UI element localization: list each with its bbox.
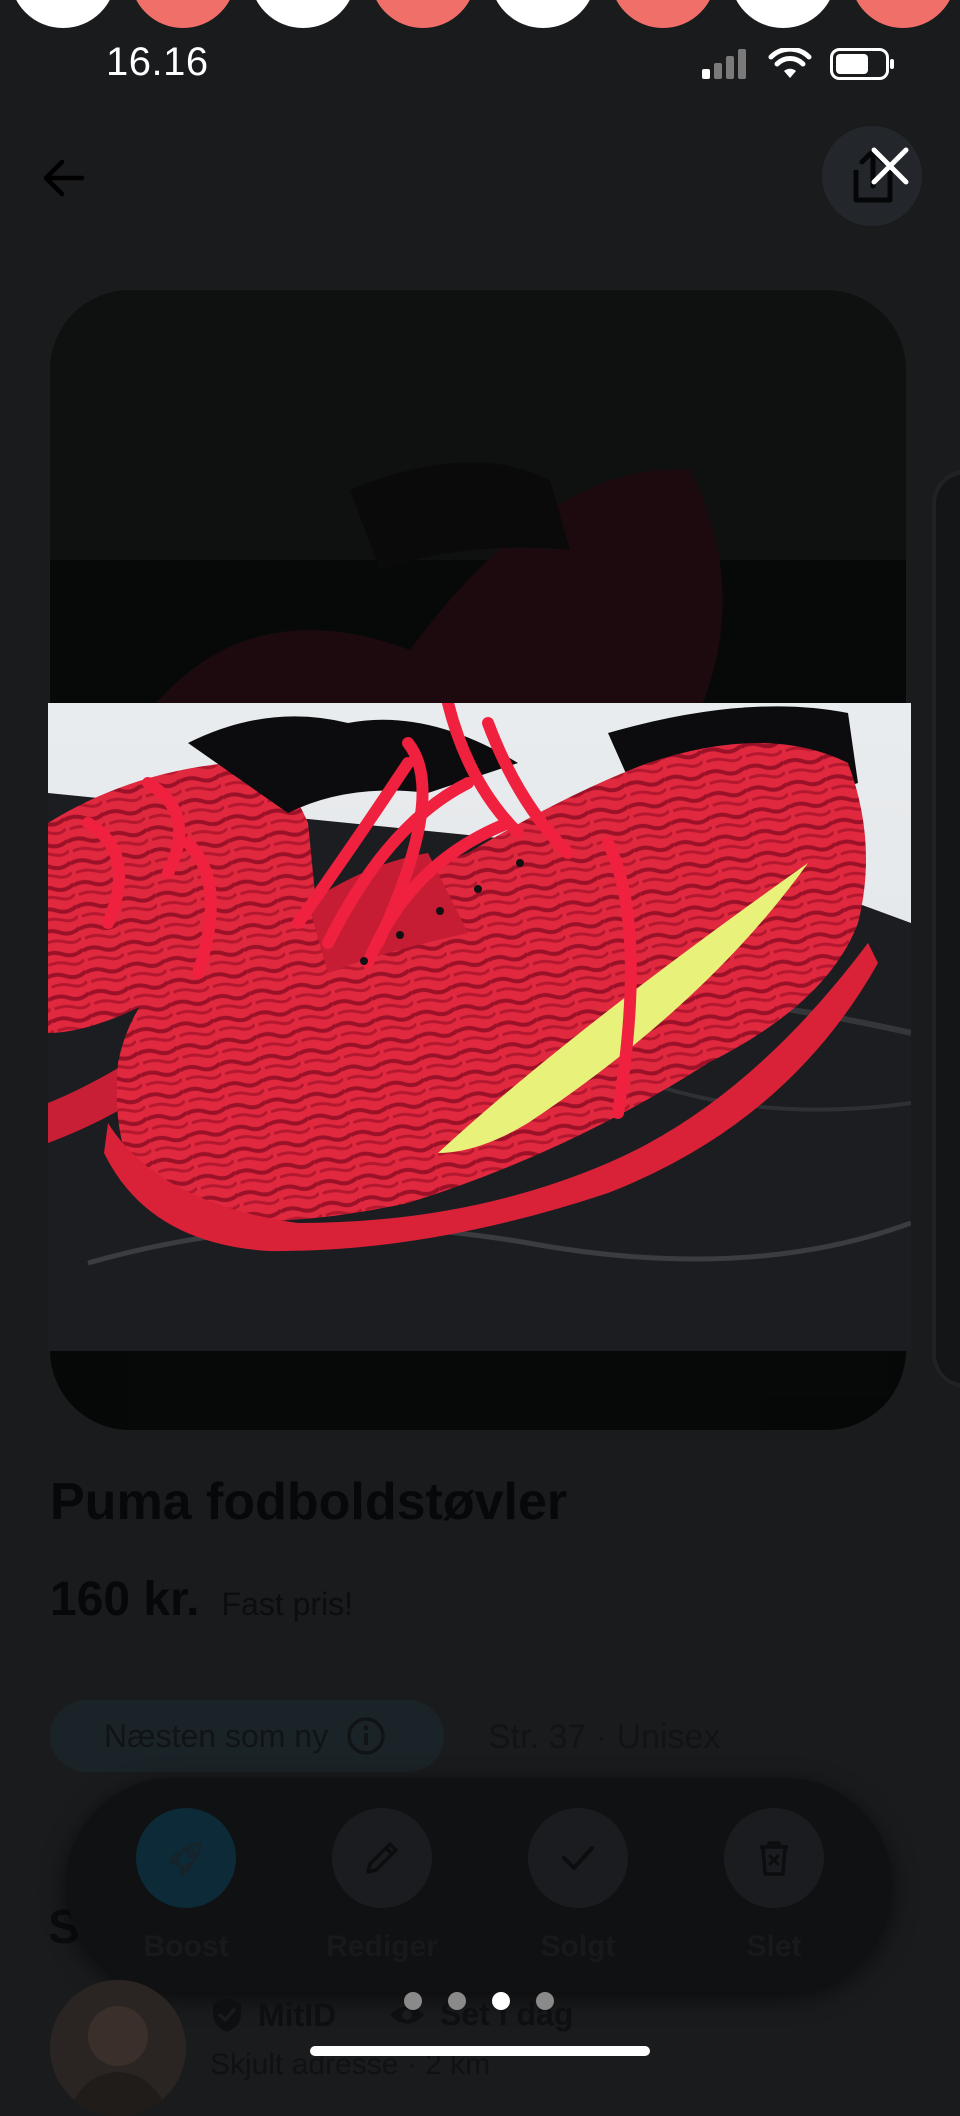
avatar[interactable] (50, 1980, 186, 2116)
listing-title: Puma fodboldstøvler (50, 1473, 568, 1531)
trash-icon (760, 1841, 788, 1876)
close-icon (871, 147, 909, 185)
price-row: 160 kr. Fast pris! (50, 1572, 353, 1627)
sold-button[interactable]: Solgt (498, 1808, 658, 1964)
story-avatar[interactable] (130, 0, 236, 28)
story-avatar[interactable] (490, 0, 596, 28)
boost-button[interactable]: Boost (106, 1808, 266, 1964)
story-avatars-strip (0, 0, 960, 32)
battery-icon (830, 48, 894, 80)
status-time: 16.16 (106, 40, 209, 84)
price-note: Fast pris! (221, 1586, 354, 1622)
check-icon (562, 1846, 594, 1870)
edit-button[interactable]: Rediger (302, 1808, 462, 1964)
story-avatar[interactable] (10, 0, 116, 28)
page-dot[interactable] (448, 1992, 466, 2010)
delete-button[interactable]: Slet (694, 1808, 854, 1964)
story-avatar[interactable] (850, 0, 956, 28)
status-icons (702, 44, 896, 84)
page-dot-active[interactable] (492, 1992, 510, 2010)
edit-label: Rediger (326, 1930, 438, 1963)
listing-price: 160 kr. (50, 1573, 200, 1626)
seller-photo (50, 1980, 186, 2116)
boost-label: Boost (143, 1930, 229, 1963)
photo-page-indicator (404, 1992, 554, 2010)
arrow-left-icon (43, 159, 85, 197)
page-dot[interactable] (536, 1992, 554, 2010)
shield-check-icon (213, 1998, 241, 2032)
delete-label: Slet (746, 1930, 802, 1963)
page-dot[interactable] (404, 1992, 422, 2010)
condition-label: Næsten som ny (104, 1717, 329, 1754)
home-indicator[interactable] (310, 2046, 650, 2056)
football-boots-image (48, 703, 911, 1351)
back-button[interactable] (38, 152, 90, 204)
mitid-badge: MitID (210, 1996, 336, 2034)
wifi-icon (768, 48, 812, 78)
story-avatar[interactable] (610, 0, 716, 28)
listing-actions-bar: Boost Rediger Solgt Slet (66, 1778, 892, 1992)
story-avatar[interactable] (370, 0, 476, 28)
next-image-card[interactable] (932, 470, 960, 1388)
sold-label: Solgt (540, 1930, 616, 1963)
mitid-label: MitID (258, 1996, 337, 2033)
story-avatar[interactable] (730, 0, 836, 28)
info-icon (347, 1717, 385, 1755)
close-photo-button[interactable] (862, 138, 918, 194)
pencil-icon (366, 1842, 398, 1874)
condition-badge[interactable]: Næsten som ny (50, 1700, 444, 1772)
rocket-icon (168, 1842, 202, 1876)
cellular-signal-icon (702, 49, 746, 79)
product-photo[interactable] (48, 703, 911, 1351)
size-info: Str. 37 · Unisex (488, 1718, 721, 1756)
story-avatar[interactable] (250, 0, 356, 28)
